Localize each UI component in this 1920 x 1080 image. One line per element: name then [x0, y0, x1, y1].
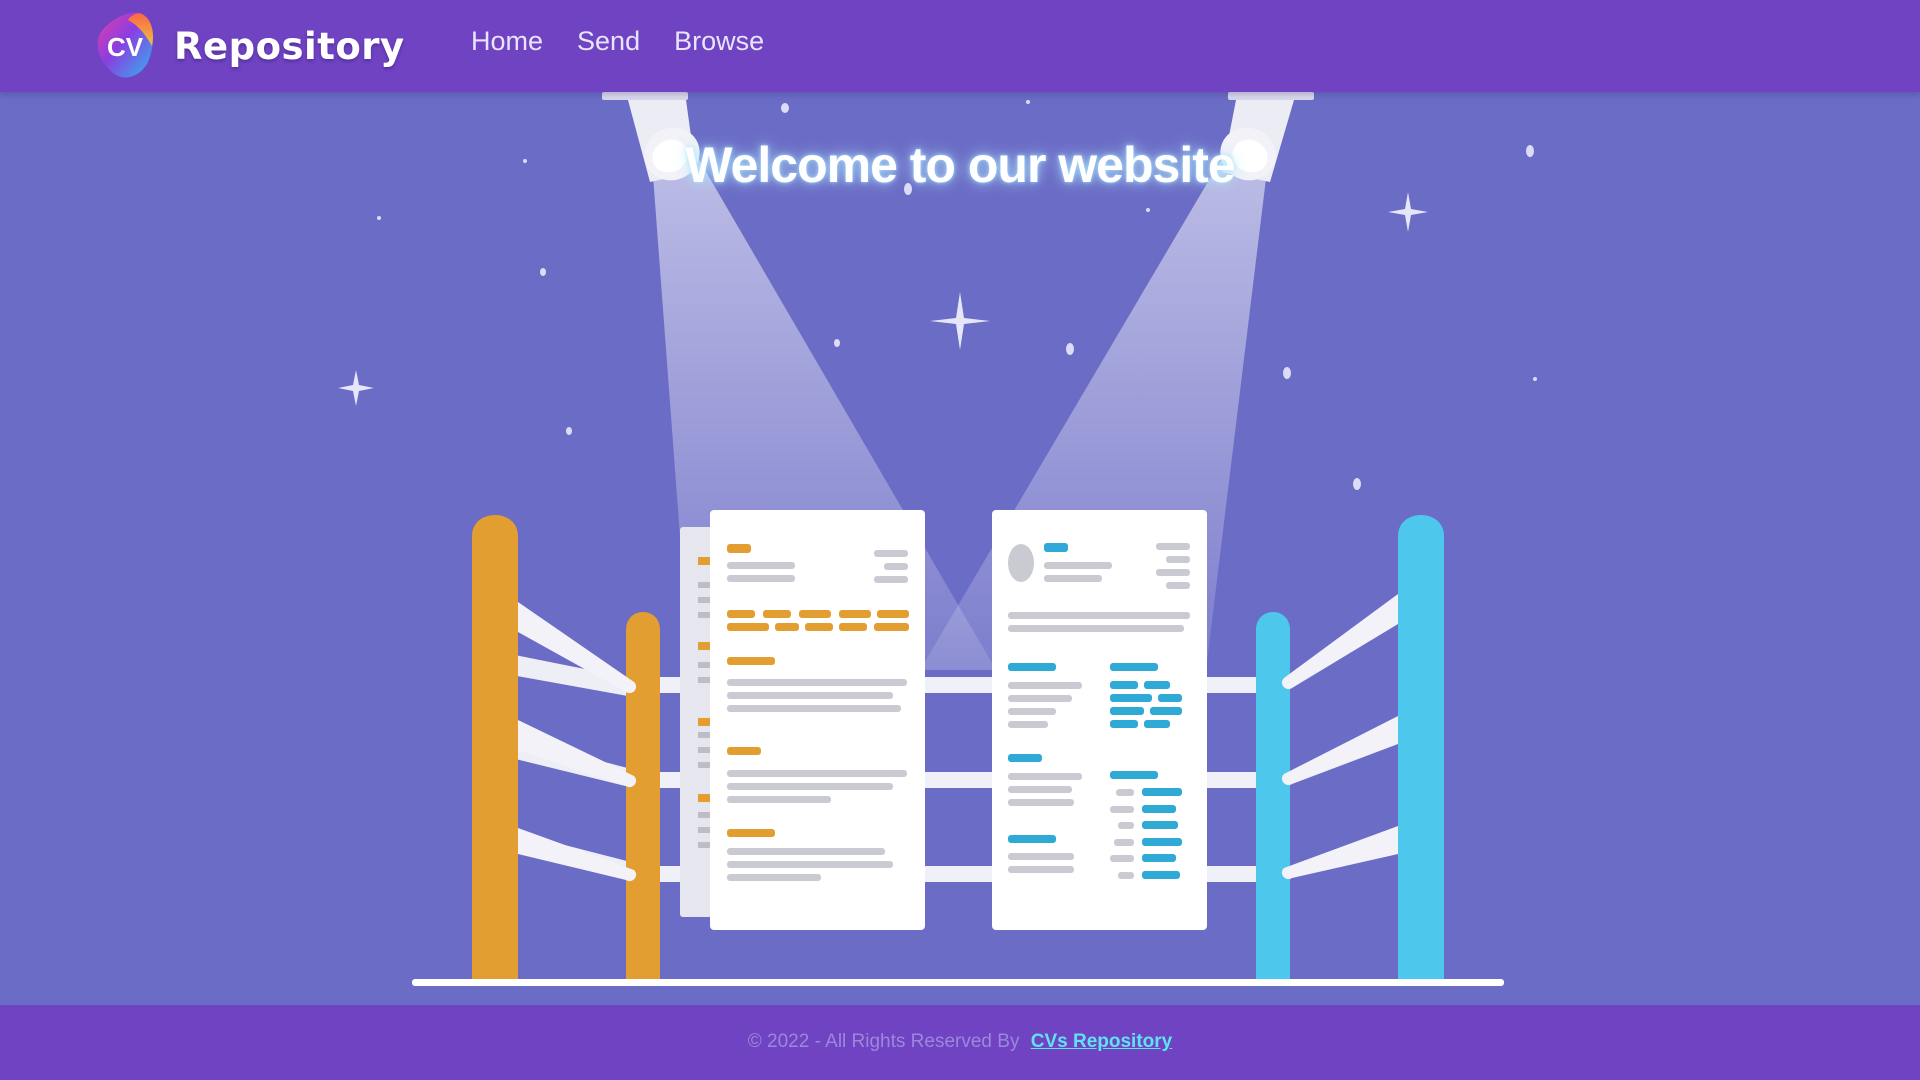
- logo-text: CV: [107, 32, 144, 62]
- copyright-text: © 2022 - All Rights Reserved By: [747, 1031, 1020, 1052]
- left-cv-document-illustration: [680, 510, 925, 930]
- footer-text: © 2022 - All Rights Reserved By CVs Repo…: [0, 1031, 1920, 1053]
- nav-browse-link[interactable]: Browse: [674, 26, 764, 57]
- right-cv-document-illustration: [992, 510, 1207, 930]
- right-ring-posts: [1256, 515, 1444, 979]
- nav-send-link[interactable]: Send: [577, 26, 640, 57]
- left-ring-posts: [472, 515, 660, 979]
- brand-home-link[interactable]: CV Repository: [92, 10, 405, 82]
- sparkle-stars: [338, 192, 1428, 406]
- nav-home-link[interactable]: Home: [471, 26, 543, 57]
- hero-title: Welcome to our website: [685, 137, 1235, 193]
- brand-name: Repository: [174, 24, 405, 68]
- cv-logo-icon: CV: [92, 10, 158, 82]
- main-nav: Home Send Browse: [471, 26, 798, 57]
- hero-illustration: [338, 92, 1537, 986]
- navbar: CV Repository Home Send Browse: [0, 0, 1920, 92]
- ring-floor: [412, 979, 1504, 986]
- footer: © 2022 - All Rights Reserved By CVs Repo…: [0, 1005, 1920, 1080]
- footer-cvs-repository-link[interactable]: CVs Repository: [1031, 1031, 1172, 1052]
- hero-section: Welcome to our website: [0, 92, 1920, 1005]
